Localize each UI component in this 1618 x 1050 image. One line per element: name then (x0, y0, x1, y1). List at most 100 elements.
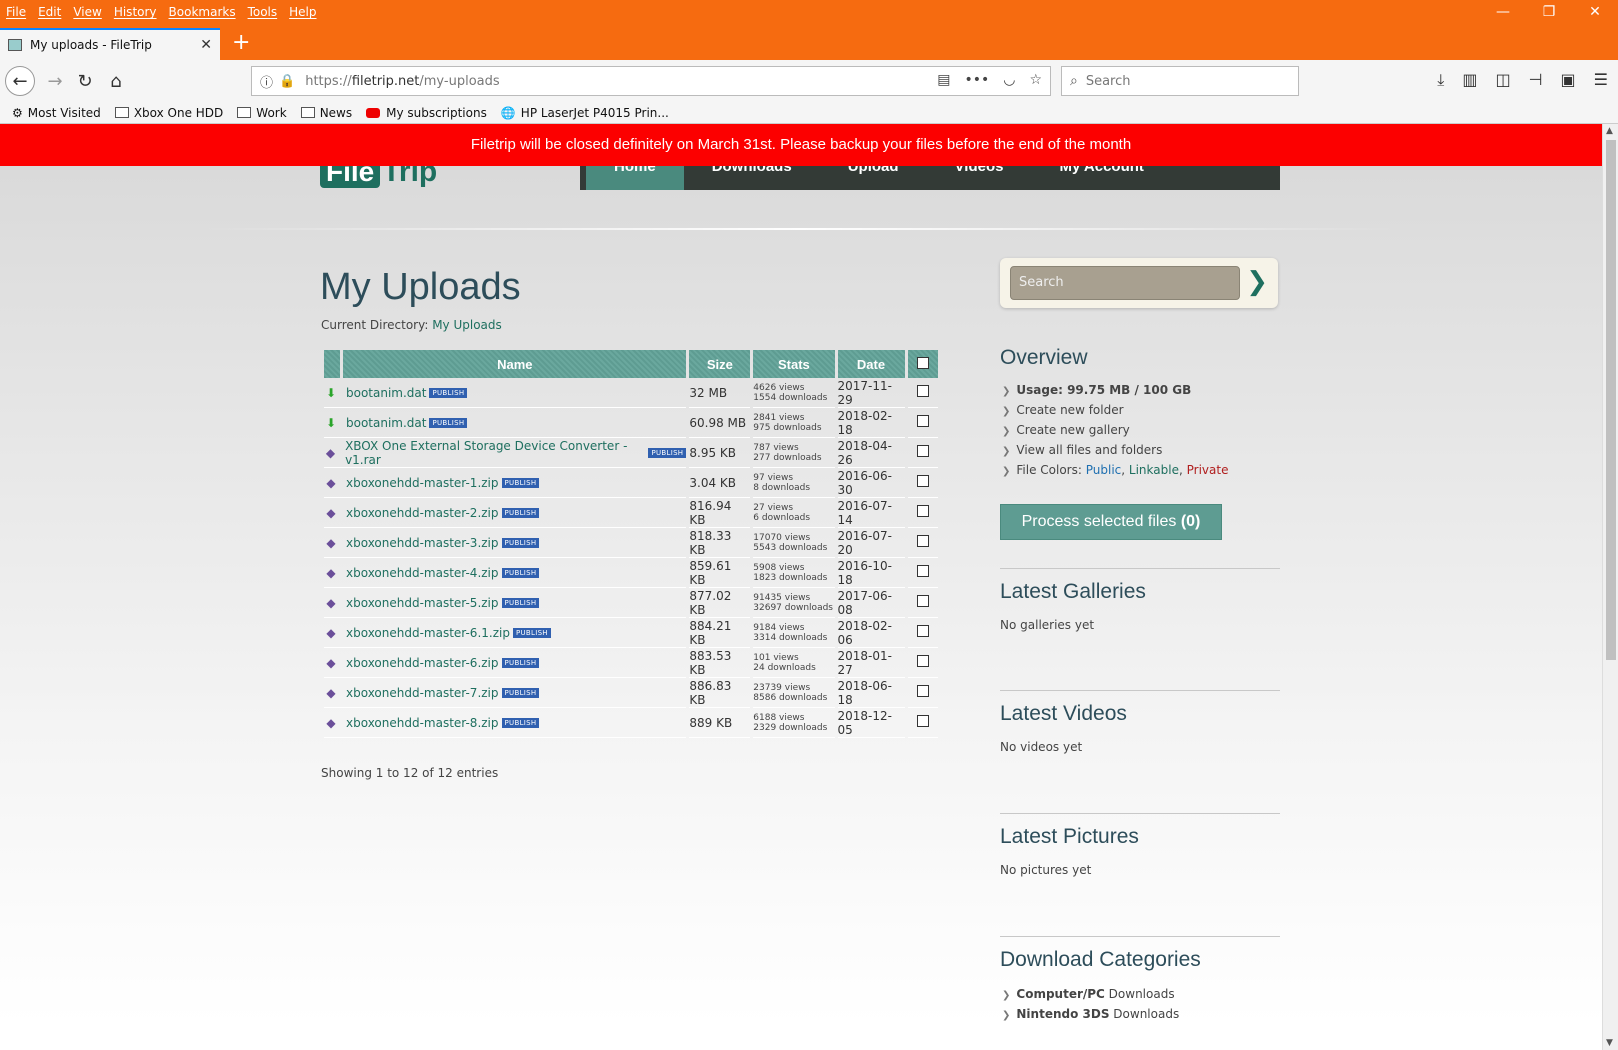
home-icon[interactable]: ⌂ (101, 66, 131, 96)
bookmark-hp-laserjet[interactable]: 🌐 HP LaserJet P4015 Prin... (501, 106, 669, 120)
select-all-checkbox[interactable] (916, 356, 929, 369)
color-private-link[interactable]: Private (1187, 463, 1229, 477)
scrollbar-thumb[interactable] (1606, 140, 1616, 660)
close-tab-icon[interactable]: ✕ (200, 37, 212, 53)
category-computer-pc[interactable]: ❯ Computer/PC Downloads (1002, 984, 1179, 1004)
category-nintendo-3ds[interactable]: ❯ Nintendo 3DS Downloads (1002, 1004, 1179, 1024)
file-link[interactable]: xboxonehdd-master-5.zip (346, 596, 499, 610)
file-link[interactable]: bootanim.dat (346, 386, 426, 400)
menu-view[interactable]: View (67, 5, 107, 19)
menu-history[interactable]: History (108, 5, 163, 19)
file-select-checkbox[interactable] (916, 445, 929, 457)
publish-badge[interactable]: PUBLISH (429, 387, 468, 398)
process-selected-button[interactable]: Process selected files (0) (1000, 504, 1222, 540)
site-search-input[interactable]: Search (1010, 266, 1240, 300)
file-select-checkbox[interactable] (916, 625, 929, 637)
color-public-link[interactable]: Public (1086, 463, 1122, 477)
screenshot-icon[interactable]: ▣ (1561, 70, 1576, 90)
menu-file[interactable]: File (0, 5, 32, 19)
file-select-checkbox[interactable] (916, 505, 929, 517)
publish-badge[interactable]: PUBLISH (501, 597, 540, 608)
file-select-checkbox[interactable] (916, 385, 929, 397)
file-select-checkbox[interactable] (916, 685, 929, 697)
search-go-icon[interactable]: ❯ (1246, 268, 1268, 296)
forward-icon[interactable]: → (40, 66, 70, 96)
search-icon: ⌕ (1070, 73, 1078, 89)
tab-my-uploads[interactable]: My uploads - FileTrip ✕ (0, 28, 220, 60)
publish-badge[interactable]: PUBLISH (501, 507, 540, 518)
publish-badge[interactable]: PUBLISH (501, 477, 540, 488)
file-select-checkbox[interactable] (916, 475, 929, 487)
reader-view-icon[interactable]: ▤ (937, 72, 950, 88)
color-linkable-link[interactable]: Linkable (1129, 463, 1179, 477)
hamburger-menu-icon[interactable]: ☰ (1594, 70, 1608, 90)
file-link[interactable]: XBOX One External Storage Device Convert… (345, 439, 645, 467)
file-link[interactable]: xboxonehdd-master-2.zip (346, 506, 499, 520)
bookmark-xbox-one-hdd[interactable]: Xbox One HDD (114, 106, 223, 120)
close-window-icon[interactable]: ✕ (1572, 0, 1618, 24)
bookmark-most-visited[interactable]: ⚙ Most Visited (12, 106, 101, 120)
file-link[interactable]: xboxonehdd-master-6.1.zip (346, 626, 510, 640)
publish-badge[interactable]: PUBLISH (501, 537, 540, 548)
back-icon[interactable]: ← (5, 66, 35, 96)
file-select-checkbox[interactable] (916, 715, 929, 727)
header-select-all[interactable] (907, 350, 938, 378)
pocket-icon[interactable]: ◡ (1003, 72, 1015, 88)
file-link[interactable]: xboxonehdd-master-6.zip (346, 656, 499, 670)
menu-help[interactable]: Help (283, 5, 322, 19)
new-tab-icon[interactable]: + (232, 30, 250, 56)
pin-icon[interactable]: ⊣ (1529, 70, 1543, 90)
sidebar-icon[interactable]: ◫ (1495, 70, 1510, 90)
publish-badge[interactable]: PUBLISH (501, 567, 540, 578)
site-search: Search ❯ (1000, 258, 1278, 308)
bookmark-star-icon[interactable]: ☆ (1029, 72, 1042, 88)
create-folder-link[interactable]: ❯ Create new folder (1002, 400, 1228, 420)
file-name-cell: ◆ xboxonehdd-master-5.zip PUBLISH (324, 588, 687, 618)
scroll-down-icon[interactable]: ▼ (1606, 1038, 1613, 1048)
file-select-checkbox[interactable] (916, 655, 929, 667)
page-actions-icon[interactable]: ••• (964, 72, 989, 88)
bookmark-work[interactable]: Work (237, 106, 287, 120)
current-directory-link[interactable]: My Uploads (432, 318, 502, 332)
file-select-checkbox[interactable] (916, 565, 929, 577)
minimize-icon[interactable]: — (1480, 0, 1526, 24)
view-all-link[interactable]: ❯ View all files and folders (1002, 440, 1228, 460)
header-name[interactable]: Name (343, 350, 687, 378)
file-views: 27 views (753, 502, 794, 513)
file-link[interactable]: xboxonehdd-master-8.zip (346, 716, 499, 730)
browser-search-input[interactable]: ⌕ Search (1061, 66, 1299, 96)
info-icon[interactable]: ⓘ (260, 72, 273, 91)
scroll-up-icon[interactable]: ▲ (1606, 126, 1613, 136)
create-gallery-link[interactable]: ❯ Create new gallery (1002, 420, 1228, 440)
header-date[interactable]: Date (837, 350, 905, 378)
file-link[interactable]: bootanim.dat (346, 416, 426, 430)
reload-icon[interactable]: ↻ (70, 66, 100, 96)
downloads-icon[interactable]: ⤓ (1437, 70, 1444, 90)
file-name-cell: ◆ xboxonehdd-master-1.zip PUBLISH (324, 468, 687, 498)
publish-badge[interactable]: PUBLISH (501, 657, 540, 668)
file-link[interactable]: xboxonehdd-master-7.zip (346, 686, 499, 700)
bookmark-news[interactable]: News (300, 106, 352, 120)
file-name-cell: ⬇ bootanim.dat PUBLISH (324, 378, 687, 408)
page-scrollbar[interactable]: ▲ ▼ (1602, 124, 1618, 1050)
file-select-checkbox[interactable] (916, 415, 929, 427)
publish-badge[interactable]: PUBLISH (429, 417, 468, 428)
publish-badge[interactable]: PUBLISH (648, 447, 687, 458)
header-size[interactable]: Size (689, 350, 751, 378)
url-bar[interactable]: ⓘ 🔒 https://filetrip.net/my-uploads ▤ ••… (251, 66, 1051, 96)
file-link[interactable]: xboxonehdd-master-3.zip (346, 536, 499, 550)
menu-bookmarks[interactable]: Bookmarks (163, 5, 242, 19)
file-link[interactable]: xboxonehdd-master-1.zip (346, 476, 499, 490)
file-select-checkbox[interactable] (916, 535, 929, 547)
restore-icon[interactable]: ❐ (1526, 0, 1572, 24)
header-stats[interactable]: Stats (753, 350, 835, 378)
bookmark-my-subscriptions[interactable]: My subscriptions (366, 106, 487, 120)
menu-tools[interactable]: Tools (242, 5, 284, 19)
file-select-checkbox[interactable] (916, 595, 929, 607)
publish-badge[interactable]: PUBLISH (501, 717, 540, 728)
menu-edit[interactable]: Edit (32, 5, 67, 19)
library-icon[interactable]: ▥ (1462, 70, 1477, 90)
file-link[interactable]: xboxonehdd-master-4.zip (346, 566, 499, 580)
publish-badge[interactable]: PUBLISH (512, 627, 551, 638)
publish-badge[interactable]: PUBLISH (501, 687, 540, 698)
